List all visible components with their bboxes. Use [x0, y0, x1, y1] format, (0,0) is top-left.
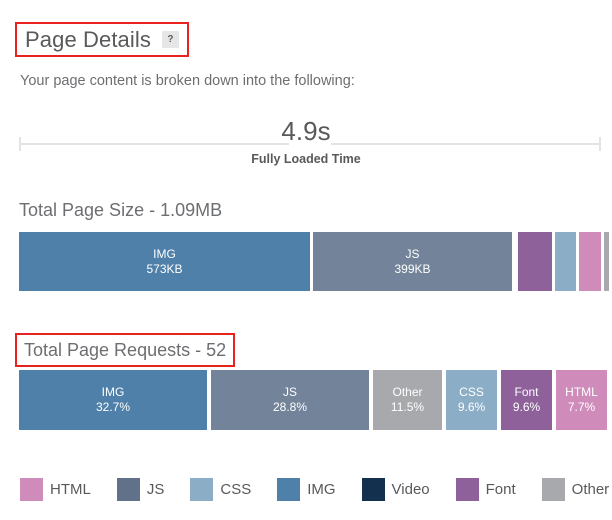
- page-title: Page Details: [25, 26, 151, 52]
- bar-segment-label: CSS: [459, 385, 484, 400]
- bar-segment-value: 9.6%: [512, 400, 541, 414]
- legend-label: Video: [391, 481, 430, 498]
- fully-loaded-time-label: Fully Loaded Time: [251, 152, 361, 166]
- legend-item-video[interactable]: Video: [361, 478, 430, 501]
- bar-segment-label: Other: [392, 385, 423, 400]
- legend-swatch-icon: [541, 478, 565, 501]
- bar-segment-html[interactable]: [579, 232, 601, 291]
- bar-segment-js[interactable]: JS 399KB: [313, 232, 512, 291]
- total-page-size-bar: IMG 573KB JS 399KB: [0, 232, 612, 291]
- legend-item-html[interactable]: HTML: [20, 478, 91, 501]
- bar-segment-label: IMG: [101, 385, 125, 400]
- legend-swatch-icon: [20, 478, 43, 501]
- bar-segment-css[interactable]: [555, 232, 576, 291]
- legend-label: CSS: [220, 481, 252, 498]
- total-page-requests-bar: IMG 32.7% JS 28.8% Other 11.5% CSS 9.6% Font 9.6%…: [0, 370, 612, 430]
- legend-swatch-icon: [455, 478, 479, 501]
- resource-type-legend: HTML JS CSS IMG Video Font Other: [20, 478, 612, 501]
- bar-segment-label: HTML: [565, 385, 598, 400]
- bar-segment-label: JS: [282, 385, 297, 400]
- bar-segment-value: 9.6%: [457, 400, 486, 414]
- fully-loaded-time-value: 4.9s: [281, 116, 331, 146]
- total-page-requests-heading: Total Page Requests - 52: [24, 339, 227, 360]
- bar-segment-label: IMG: [153, 246, 176, 261]
- bar-segment-img[interactable]: IMG 32.7%: [19, 370, 207, 430]
- bar-segment-other[interactable]: [604, 232, 609, 291]
- bar-segment-js[interactable]: JS 28.8%: [211, 370, 369, 430]
- legend-swatch-icon: [190, 478, 214, 501]
- legend-label: IMG: [307, 481, 336, 498]
- bar-segment-value: 11.5%: [390, 400, 425, 414]
- legend-item-img[interactable]: IMG: [277, 478, 336, 501]
- bar-segment-value: 399KB: [394, 261, 431, 276]
- legend-item-font[interactable]: Font: [455, 478, 516, 501]
- bar-segment-label: JS: [405, 246, 420, 261]
- bar-segment-value: 28.8%: [272, 400, 308, 414]
- bar-segment-img[interactable]: IMG 573KB: [19, 232, 310, 291]
- page-subtitle: Your page content is broken down into th…: [20, 73, 355, 89]
- legend-label: JS: [146, 481, 165, 498]
- legend-item-other[interactable]: Other: [541, 478, 610, 501]
- bar-segment-html[interactable]: HTML 7.7%: [556, 370, 607, 430]
- legend-label: HTML: [50, 481, 91, 498]
- help-icon[interactable]: ?: [161, 31, 179, 48]
- legend-label: Font: [485, 481, 516, 498]
- legend-item-js[interactable]: JS: [116, 478, 165, 501]
- total-page-requests-heading-box: Total Page Requests - 52: [15, 333, 236, 367]
- bar-segment-value: 32.7%: [95, 400, 131, 414]
- legend-item-css[interactable]: CSS: [190, 478, 251, 501]
- legend-label: Other: [571, 481, 610, 498]
- bar-segment-font[interactable]: [518, 232, 552, 291]
- bar-segment-label: Font: [514, 385, 539, 400]
- legend-swatch-icon: [116, 478, 140, 501]
- bar-segment-value: 7.7%: [567, 400, 596, 414]
- total-page-size-heading: Total Page Size - 1.09MB: [19, 200, 223, 220]
- legend-swatch-icon: [277, 478, 301, 501]
- bar-segment-font[interactable]: Font 9.6%: [501, 370, 552, 430]
- bar-segment-css[interactable]: CSS 9.6%: [446, 370, 497, 430]
- page-title-highlight-box: Page Details ?: [15, 22, 189, 57]
- bar-segment-other[interactable]: Other 11.5%: [373, 370, 442, 430]
- bar-segment-value: 573KB: [146, 261, 183, 276]
- legend-swatch-icon: [361, 478, 385, 501]
